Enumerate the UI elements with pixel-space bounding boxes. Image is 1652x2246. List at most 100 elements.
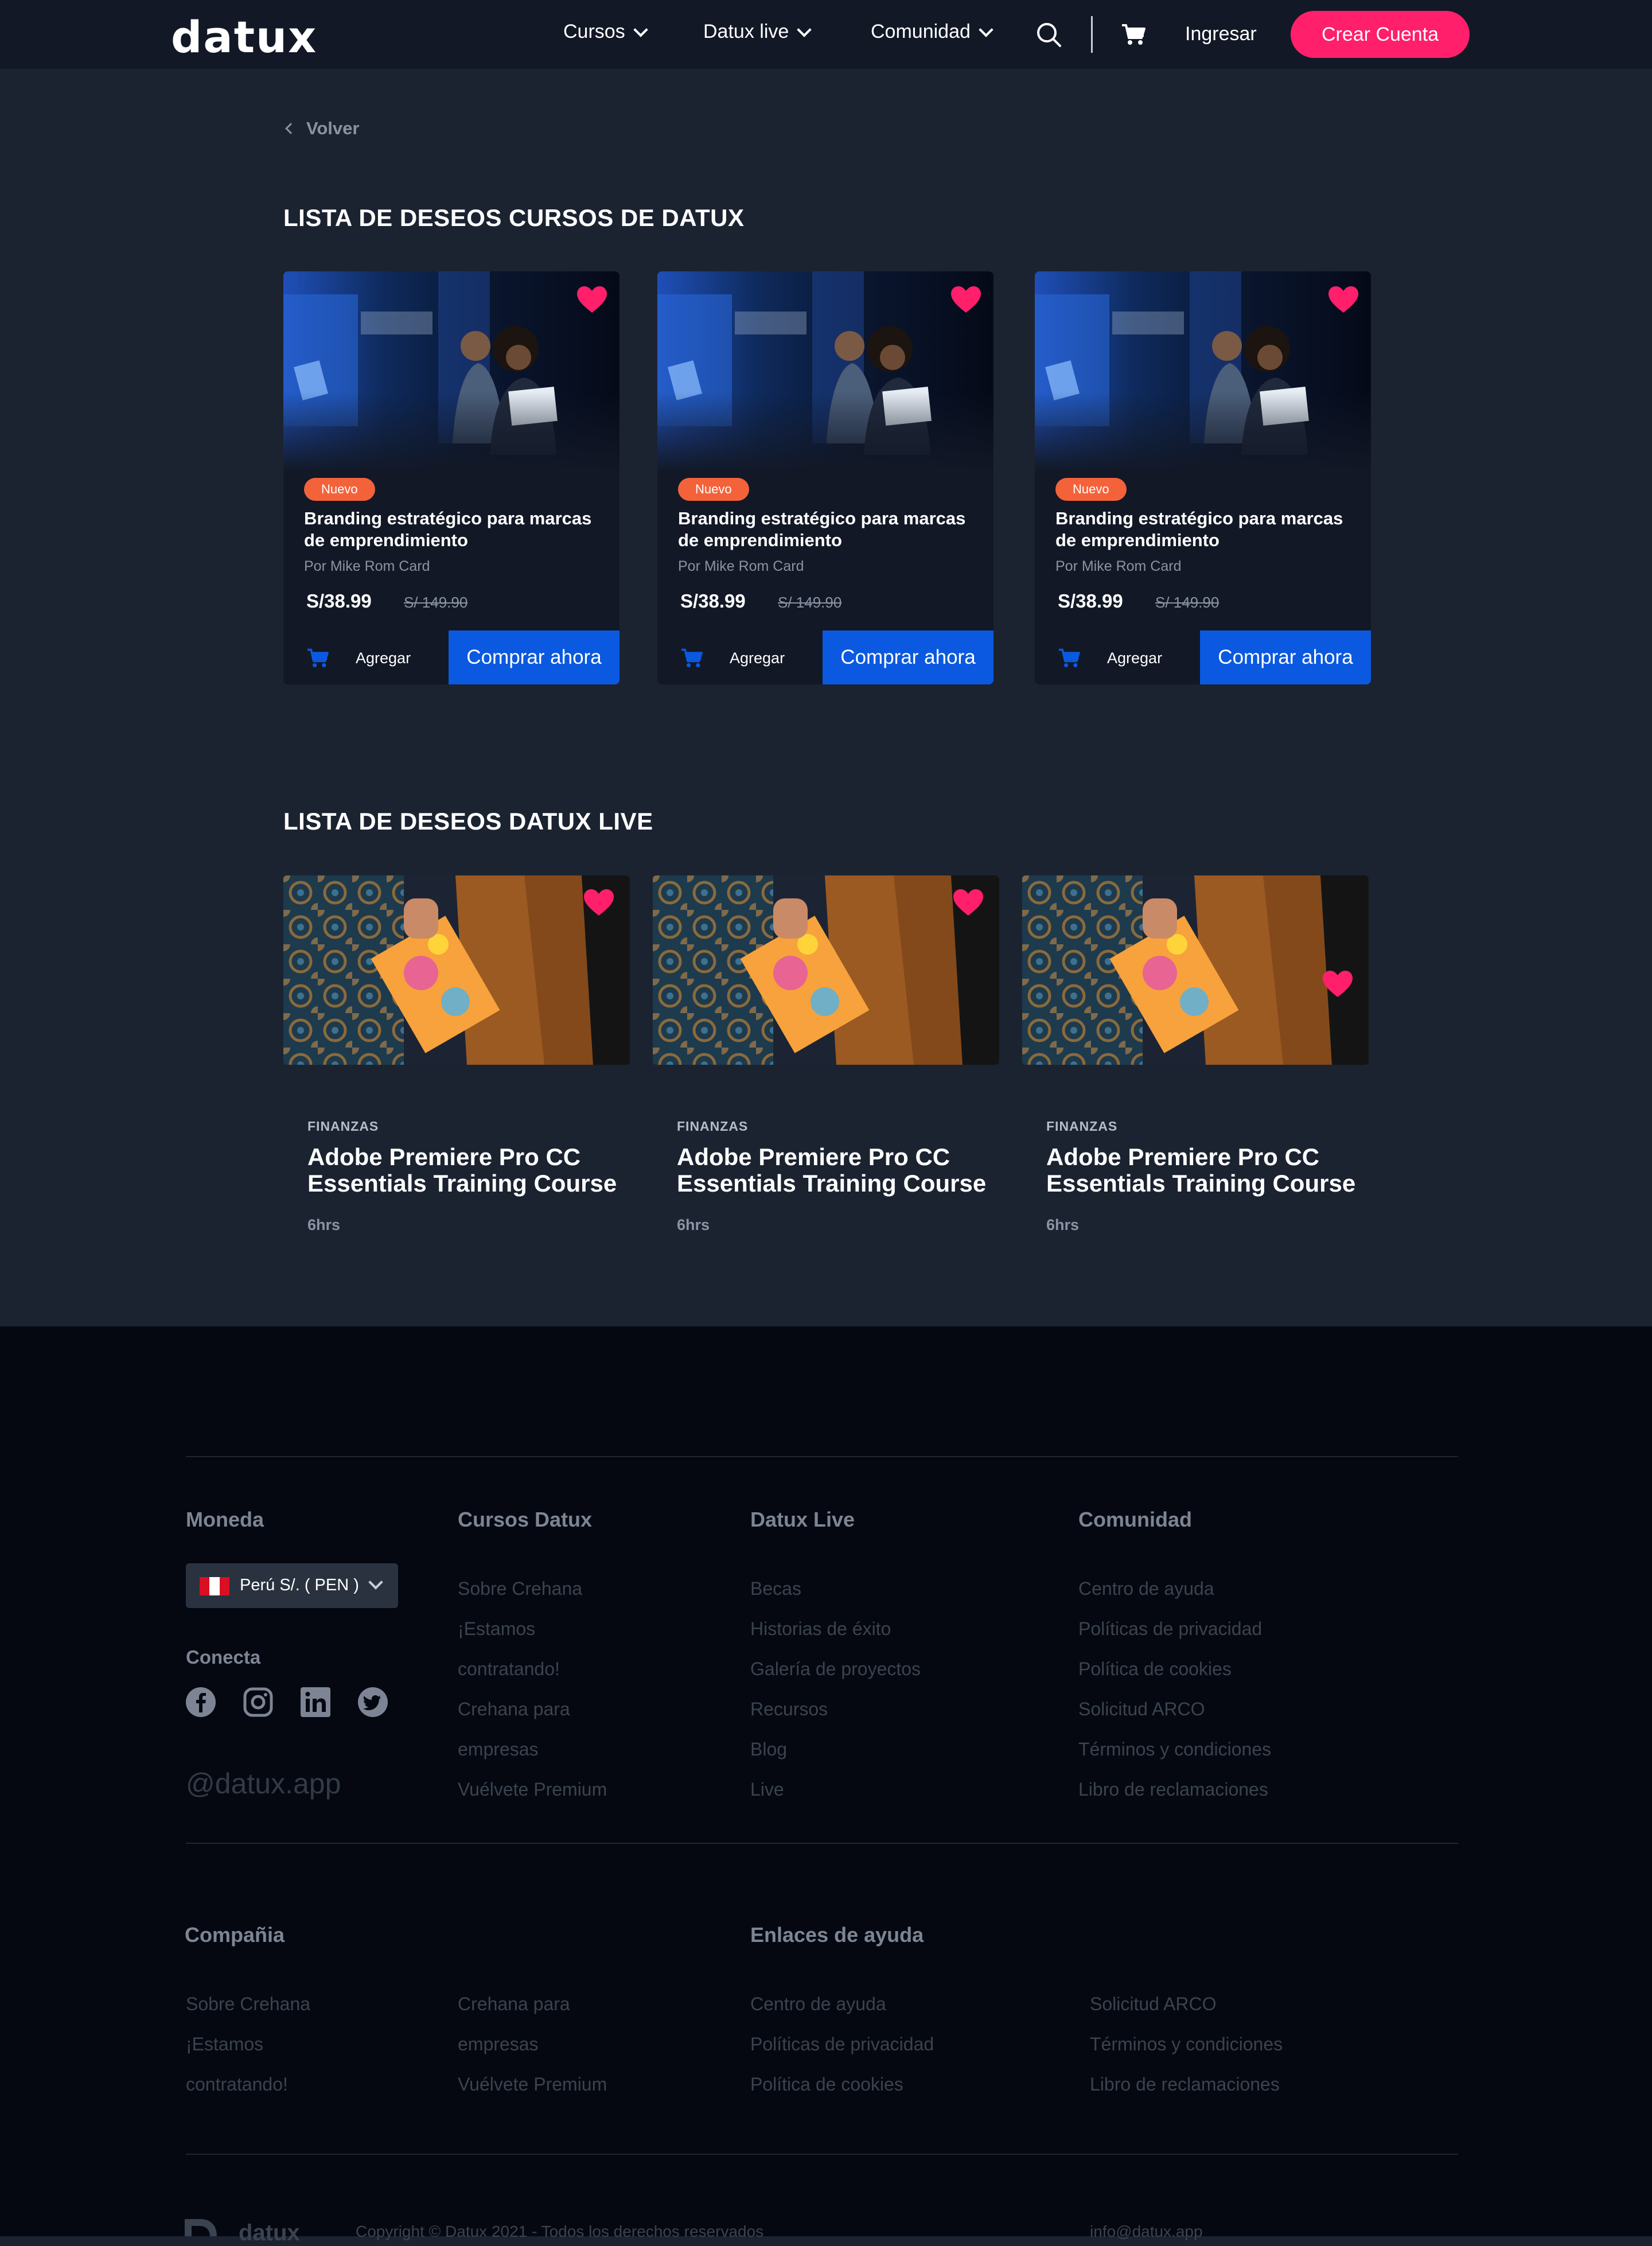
course-thumbnail <box>657 271 993 472</box>
footer-link[interactable]: Centro de ayuda <box>750 1984 886 2024</box>
footer-link[interactable]: Política de cookies <box>750 2064 903 2104</box>
footer-link[interactable]: empresas <box>458 2024 539 2064</box>
footer-link[interactable]: Galería de proyectos <box>750 1649 921 1689</box>
live-title[interactable]: Adobe Premiere Pro CC Essentials Trainin… <box>1046 1144 1367 1197</box>
course-card[interactable]: Nuevo Branding estratégico para marcas de… <box>283 271 620 684</box>
footer-divider <box>186 1843 1458 1844</box>
back-label: Volver <box>306 118 360 138</box>
footer-link[interactable]: Live <box>750 1769 784 1809</box>
heart-icon[interactable] <box>583 888 615 917</box>
twitter-icon[interactable] <box>358 1687 388 1717</box>
course-title[interactable]: Branding estratégico para marcas de empr… <box>304 508 602 551</box>
course-title[interactable]: Branding estratégico para marcas de empr… <box>678 508 976 551</box>
footer-link[interactable]: Solicitud ARCO <box>1090 1984 1217 2024</box>
course-author: Por Mike Rom Card <box>304 558 430 574</box>
heart-icon[interactable] <box>1327 285 1359 314</box>
footer-logo: datux <box>239 2220 300 2245</box>
footer-link[interactable]: Libro de reclamaciones <box>1090 2064 1280 2104</box>
instagram-icon[interactable] <box>243 1687 273 1717</box>
nav-datux-live[interactable]: Datux live <box>703 21 812 43</box>
contact-email[interactable]: info@datux.app <box>1090 2222 1203 2241</box>
currency-title: Moneda <box>186 1508 264 1531</box>
back-link[interactable]: Volver <box>285 118 360 139</box>
datux-mark-icon <box>185 2219 217 2236</box>
footer-link[interactable]: ¡Estamos <box>458 1609 535 1649</box>
heart-icon[interactable] <box>1322 970 1354 998</box>
live-image <box>283 875 630 1065</box>
footer-link[interactable]: Sobre Crehana <box>186 1984 310 2024</box>
ayuda-title: Enlaces de ayuda <box>750 1923 924 1947</box>
chevron-down-icon <box>633 22 648 37</box>
buy-now-button[interactable]: Comprar ahora <box>449 630 620 684</box>
add-to-cart-label: Agregar <box>730 649 785 667</box>
footer-link[interactable]: Políticas de privacidad <box>750 2024 934 2064</box>
nav-datux-live-label: Datux live <box>703 21 789 42</box>
course-old-price: S/ 149.90 <box>1155 594 1219 611</box>
live-card[interactable]: FINANZAS Adobe Premiere Pro CC Essentials… <box>1022 875 1369 1243</box>
course-thumbnail <box>1035 271 1371 472</box>
chevron-down-icon <box>368 1575 383 1590</box>
live-card[interactable]: FINANZAS Adobe Premiere Pro CC Essentials… <box>283 875 630 1243</box>
footer-link[interactable]: Centro de ayuda <box>1078 1568 1214 1609</box>
heart-icon[interactable] <box>950 285 982 314</box>
course-price: S/38.99 <box>306 590 372 612</box>
live-image <box>653 875 999 1065</box>
nav-comunidad[interactable]: Comunidad <box>871 21 993 43</box>
connect-title: Conecta <box>186 1646 261 1668</box>
currency-value: Perú S/. ( PEN ) <box>240 1576 359 1594</box>
course-price: S/38.99 <box>1058 590 1123 612</box>
live-thumbnail <box>283 875 630 1065</box>
course-author: Por Mike Rom Card <box>1055 558 1182 574</box>
course-title[interactable]: Branding estratégico para marcas de empr… <box>1055 508 1354 551</box>
footer-link[interactable]: contratando! <box>458 1649 560 1689</box>
footer-link[interactable]: contratando! <box>186 2064 288 2104</box>
footer-link[interactable]: empresas <box>458 1729 539 1769</box>
add-to-cart-button[interactable]: Agregar <box>1035 630 1200 684</box>
logo[interactable]: datux <box>171 11 317 63</box>
footer-link[interactable]: Recursos <box>750 1689 828 1729</box>
footer-link[interactable]: Términos y condiciones <box>1078 1729 1271 1769</box>
course-card[interactable]: Nuevo Branding estratégico para marcas de… <box>1035 271 1371 684</box>
footer-link[interactable]: Vuélvete Premium <box>458 2064 607 2104</box>
login-link[interactable]: Ingresar <box>1185 23 1257 45</box>
footer-link[interactable]: Políticas de privacidad <box>1078 1609 1262 1649</box>
new-badge: Nuevo <box>678 478 749 501</box>
add-to-cart-button[interactable]: Agregar <box>283 630 449 684</box>
live-card[interactable]: FINANZAS Adobe Premiere Pro CC Essentials… <box>653 875 999 1243</box>
buy-now-button[interactable]: Comprar ahora <box>1200 630 1371 684</box>
footer-link[interactable]: Crehana para <box>458 1984 570 2024</box>
live-duration: 6hrs <box>1046 1216 1080 1233</box>
add-to-cart-button[interactable]: Agregar <box>657 630 823 684</box>
live-title[interactable]: Adobe Premiere Pro CC Essentials Trainin… <box>307 1144 629 1197</box>
courses-wishlist-title: LISTA DE DESEOS CURSOS DE DATUX <box>283 204 745 231</box>
footer-link[interactable]: Historias de éxito <box>750 1609 891 1649</box>
course-card[interactable]: Nuevo Branding estratégico para marcas de… <box>657 271 993 684</box>
search-icon[interactable] <box>1036 22 1062 48</box>
footer-link[interactable]: Solicitud ARCO <box>1078 1689 1205 1729</box>
course-thumbnail <box>283 271 620 472</box>
footer-link[interactable]: Crehana para <box>458 1689 570 1729</box>
footer-link[interactable]: Becas <box>750 1568 801 1609</box>
create-account-button[interactable]: Crear Cuenta <box>1291 11 1470 58</box>
peru-flag-icon <box>200 1577 229 1595</box>
footer-link[interactable]: Blog <box>750 1729 787 1769</box>
live-title[interactable]: Adobe Premiere Pro CC Essentials Trainin… <box>677 1144 998 1197</box>
course-author: Por Mike Rom Card <box>678 558 804 574</box>
social-handle[interactable]: @datux.app <box>186 1767 341 1800</box>
footer-link[interactable]: Política de cookies <box>1078 1649 1232 1689</box>
nav-cursos[interactable]: Cursos <box>563 21 648 43</box>
footer-link[interactable]: Vuélvete Premium <box>458 1769 607 1809</box>
footer-link[interactable]: Términos y condiciones <box>1090 2024 1283 2064</box>
linkedin-icon[interactable] <box>301 1687 330 1717</box>
footer-link[interactable]: Sobre Crehana <box>458 1568 582 1609</box>
footer-link[interactable]: ¡Estamos <box>186 2024 263 2064</box>
currency-select[interactable]: Perú S/. ( PEN ) <box>186 1563 398 1608</box>
buy-now-button[interactable]: Comprar ahora <box>823 630 993 684</box>
footer-divider <box>186 2154 1458 2155</box>
footer-link[interactable]: Libro de reclamaciones <box>1078 1769 1268 1809</box>
heart-icon[interactable] <box>952 888 984 917</box>
cart-icon[interactable] <box>1121 23 1146 46</box>
facebook-icon[interactable] <box>186 1687 216 1717</box>
heart-icon[interactable] <box>576 285 608 314</box>
datux-live-title: Datux Live <box>750 1508 855 1531</box>
